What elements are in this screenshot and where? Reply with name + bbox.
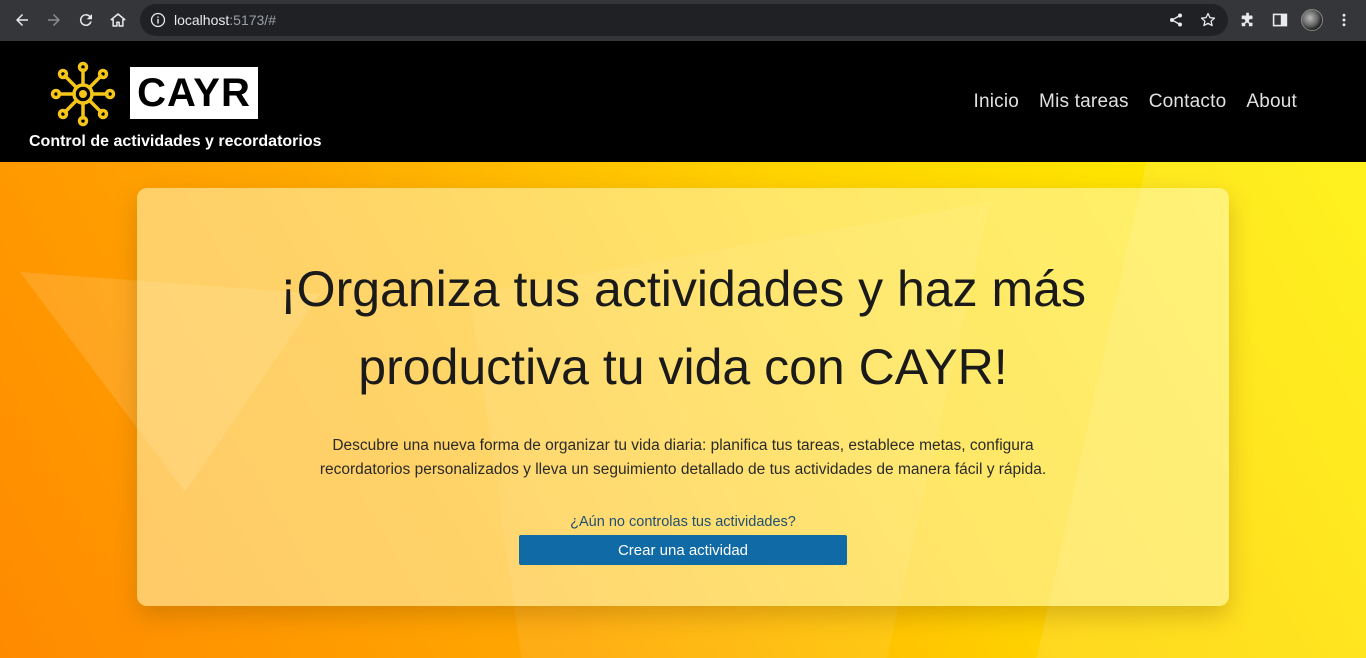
- browser-toolbar: localhost:5173/#: [0, 0, 1366, 41]
- cta-question: ¿Aún no controlas tus actividades?: [570, 514, 796, 530]
- nav-link-contacto[interactable]: Contacto: [1149, 91, 1227, 113]
- hero-headline-line2: productiva tu vida con CAYR!: [358, 339, 1008, 395]
- reload-icon[interactable]: [73, 7, 99, 33]
- back-icon[interactable]: [9, 7, 35, 33]
- bookmark-star-icon[interactable]: [1200, 12, 1216, 28]
- url-text[interactable]: localhost:5173/#: [174, 12, 276, 28]
- hero-description: Descubre una nueva forma de organizar tu…: [137, 434, 1229, 482]
- hero-headline: ¡Organiza tus actividades y haz más prod…: [137, 250, 1229, 406]
- site-tagline: Control de actividades y recordatorios: [29, 133, 322, 150]
- home-icon[interactable]: [105, 7, 131, 33]
- address-bar[interactable]: localhost:5173/#: [140, 4, 1228, 36]
- hero-description-line1: Descubre una nueva forma de organizar tu…: [332, 437, 1034, 454]
- nav-link-inicio[interactable]: Inicio: [973, 91, 1019, 113]
- forward-icon[interactable]: [41, 7, 67, 33]
- nav-link-mis-tareas[interactable]: Mis tareas: [1039, 91, 1129, 113]
- info-icon[interactable]: [150, 12, 166, 28]
- logo-wordmark[interactable]: CAYR: [130, 67, 258, 119]
- hero-description-line2: recordatorios personalizados y lleva un …: [319, 461, 1047, 478]
- site-header: CAYR Control de actividades y recordator…: [0, 41, 1366, 162]
- main-nav: Inicio Mis tareas Contacto About: [973, 91, 1297, 113]
- profile-avatar[interactable]: [1301, 9, 1323, 31]
- nav-link-about[interactable]: About: [1246, 91, 1297, 113]
- create-activity-button[interactable]: Crear una actividad: [519, 535, 847, 565]
- hero-headline-line1: ¡Organiza tus actividades y haz más: [280, 261, 1086, 317]
- menu-kebab-icon[interactable]: [1334, 10, 1354, 30]
- hero-section: ¡Organiza tus actividades y haz más prod…: [0, 162, 1366, 658]
- side-panel-icon[interactable]: [1270, 10, 1290, 30]
- extensions-icon[interactable]: [1238, 10, 1258, 30]
- share-icon[interactable]: [1168, 12, 1184, 28]
- network-logo-icon[interactable]: [50, 61, 116, 127]
- logo-text: CAYR: [137, 70, 251, 115]
- hero-card: ¡Organiza tus actividades y haz más prod…: [137, 188, 1229, 606]
